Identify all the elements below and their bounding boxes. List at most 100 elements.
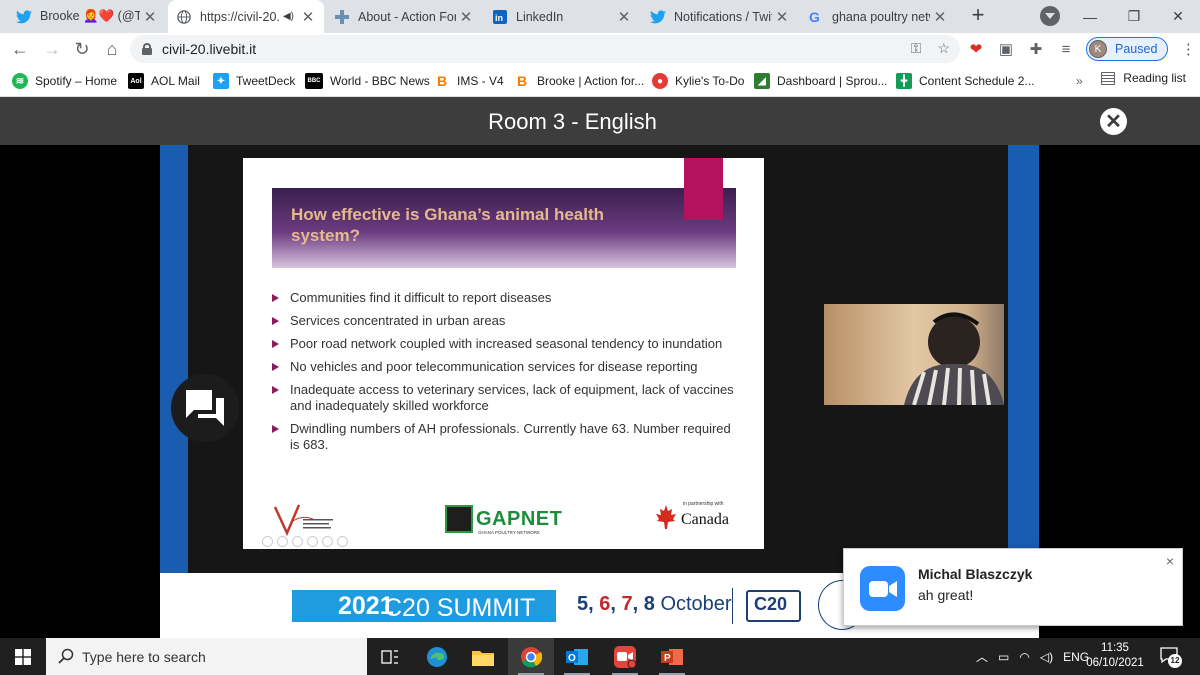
- menu-icon[interactable]: ⋮: [1178, 39, 1198, 59]
- zoom-app-icon[interactable]: [602, 638, 648, 675]
- back-icon[interactable]: ←: [8, 37, 32, 61]
- slide-more-icon[interactable]: [337, 536, 348, 547]
- c20-logo-text: C20: [754, 594, 788, 614]
- profile-button[interactable]: K Paused: [1086, 37, 1169, 61]
- extension-icon[interactable]: ▣: [996, 39, 1016, 59]
- chat-button[interactable]: [171, 374, 239, 442]
- powerpoint-icon[interactable]: P: [649, 638, 695, 675]
- svg-text:G: G: [809, 10, 820, 24]
- room-title: Room 3 - English: [488, 109, 657, 134]
- tab-twitter-brooke[interactable]: Brooke 👩‍🦰❤️ (@Th ✕: [8, 0, 166, 33]
- close-tab-icon[interactable]: ✕: [140, 8, 160, 26]
- heart-extension-icon[interactable]: ❤: [966, 39, 986, 59]
- key-icon[interactable]: ⚿: [911, 40, 922, 57]
- task-view-icon[interactable]: [367, 638, 413, 675]
- star-icon[interactable]: ☆: [937, 40, 950, 57]
- close-tab-icon[interactable]: ✕: [456, 8, 476, 26]
- puzzle-icon[interactable]: ✚: [1026, 39, 1046, 59]
- tab-title: https://civil-20.l: [200, 9, 279, 24]
- tab-linkedin[interactable]: in LinkedIn ✕: [484, 0, 640, 33]
- bookmark-todo[interactable]: ● Kylie's To-Do: [652, 71, 744, 91]
- close-tab-icon[interactable]: ✕: [298, 8, 318, 26]
- reading-list-button[interactable]: Reading list: [1101, 71, 1186, 85]
- summit-date: 6: [599, 593, 611, 615]
- address-bar[interactable]: civil-20.livebit.it ⚿ ☆: [130, 35, 960, 63]
- chevron-up-icon[interactable]: ︿: [976, 648, 988, 665]
- bookmarks-overflow-button[interactable]: »: [1076, 74, 1083, 88]
- taskbar-clock[interactable]: 11:35 06/10/2021: [1082, 641, 1148, 671]
- brooke-icon: B: [436, 73, 448, 89]
- twitter-icon: [650, 9, 666, 25]
- tab-twitter-notifications[interactable]: Notifications / Twit ✕: [642, 0, 798, 33]
- notification-close-icon[interactable]: ×: [1166, 553, 1174, 569]
- bookmark-tweetdeck[interactable]: ✦ TweetDeck: [213, 71, 295, 91]
- taskbar-search[interactable]: Type here to search: [46, 638, 367, 675]
- slide-bullet: No vehicles and poor telecommunication s…: [269, 359, 739, 375]
- tab-title: Notifications / Twit: [674, 9, 772, 24]
- lock-icon[interactable]: [142, 43, 152, 55]
- tab-about-action-for[interactable]: About - Action For ✕: [326, 0, 482, 33]
- battery-icon[interactable]: ▭: [998, 650, 1009, 664]
- twitter-icon: [16, 9, 32, 25]
- media-control-icon[interactable]: ≡: [1056, 39, 1076, 59]
- summit-month: October: [660, 593, 732, 615]
- bookmark-aol[interactable]: Aol AOL Mail: [128, 71, 200, 91]
- bookmark-content-schedule[interactable]: ╋ Content Schedule 2...: [896, 71, 1034, 91]
- forward-icon[interactable]: →: [40, 37, 64, 61]
- windows-taskbar: Type here to search O P ︿ ▭ ◠ ◁) ENG 11:…: [0, 638, 1200, 675]
- slide-title: How effective is Ghana’s animal health s…: [291, 205, 605, 245]
- bookmark-sprout[interactable]: ◢ Dashboard | Sprou...: [754, 71, 888, 91]
- chrome-icon[interactable]: [508, 638, 554, 675]
- close-room-button[interactable]: ✕: [1100, 108, 1127, 135]
- chat-icon: [186, 390, 224, 426]
- bookmark-spotify[interactable]: ≋ Spotify – Home: [12, 71, 117, 91]
- speaker-video-tile[interactable]: [824, 304, 1004, 405]
- bookmark-ims[interactable]: B IMS - V4: [434, 71, 504, 91]
- linkedin-icon: in: [492, 9, 508, 25]
- bookmark-label: Dashboard | Sprou...: [777, 74, 888, 88]
- volume-icon[interactable]: ◁): [1040, 650, 1053, 664]
- zoom-camera-icon: [860, 566, 905, 611]
- bookmark-label: World - BBC News: [330, 74, 430, 88]
- file-explorer-icon[interactable]: [460, 638, 506, 675]
- close-tab-icon[interactable]: ✕: [930, 8, 950, 26]
- minimize-button[interactable]: —: [1068, 0, 1112, 33]
- spotify-icon: ≋: [12, 73, 28, 89]
- summit-date: 8: [643, 593, 655, 615]
- slide-controls[interactable]: [262, 536, 348, 547]
- start-button[interactable]: [0, 638, 46, 675]
- close-tab-icon[interactable]: ✕: [614, 8, 634, 26]
- bookmark-brooke[interactable]: B Brooke | Action for...: [514, 71, 644, 91]
- bookmarks-bar: ≋ Spotify – Home Aol AOL Mail ✦ TweetDec…: [0, 65, 1200, 97]
- tab-google-search[interactable]: G ghana poultry netw ✕: [800, 0, 956, 33]
- slide-zoom-icon[interactable]: [322, 536, 333, 547]
- zoom-notification[interactable]: Michal Blaszczyk ah great! ×: [843, 548, 1183, 626]
- slide-prev-icon[interactable]: [262, 536, 273, 547]
- tab-civil20[interactable]: https://civil-20.l ◀) ✕: [168, 0, 324, 33]
- url-text[interactable]: civil-20.livebit.it: [162, 41, 256, 57]
- search-placeholder: Type here to search: [82, 649, 206, 665]
- edge-icon[interactable]: [414, 638, 460, 675]
- reading-list-icon: [1101, 71, 1116, 85]
- slide-next-icon[interactable]: [277, 536, 288, 547]
- summit-date: 7: [621, 593, 633, 615]
- reload-icon[interactable]: ↻: [70, 37, 94, 61]
- search-icon: [58, 648, 74, 664]
- outlook-icon[interactable]: O: [554, 638, 600, 675]
- slide-grid-icon[interactable]: [307, 536, 318, 547]
- bookmark-bbc[interactable]: BBC World - BBC News: [305, 71, 430, 91]
- action-center-button[interactable]: 12: [1160, 647, 1182, 668]
- new-tab-button[interactable]: +: [966, 4, 990, 28]
- close-window-button[interactable]: ✕: [1156, 0, 1200, 33]
- c20-logo: C20: [746, 590, 801, 622]
- brooke-icon: B: [516, 73, 528, 89]
- slide-bullet: Poor road network coupled with increased…: [269, 336, 739, 352]
- slide-pen-icon[interactable]: [292, 536, 303, 547]
- tab-search-icon[interactable]: [1040, 6, 1060, 26]
- restore-button[interactable]: ❐: [1112, 0, 1156, 33]
- stream-border-left: [160, 145, 188, 573]
- speaker-icon[interactable]: ◀): [283, 11, 294, 22]
- home-icon[interactable]: ⌂: [100, 37, 124, 61]
- close-tab-icon[interactable]: ✕: [772, 8, 792, 26]
- wifi-icon[interactable]: ◠: [1019, 650, 1029, 664]
